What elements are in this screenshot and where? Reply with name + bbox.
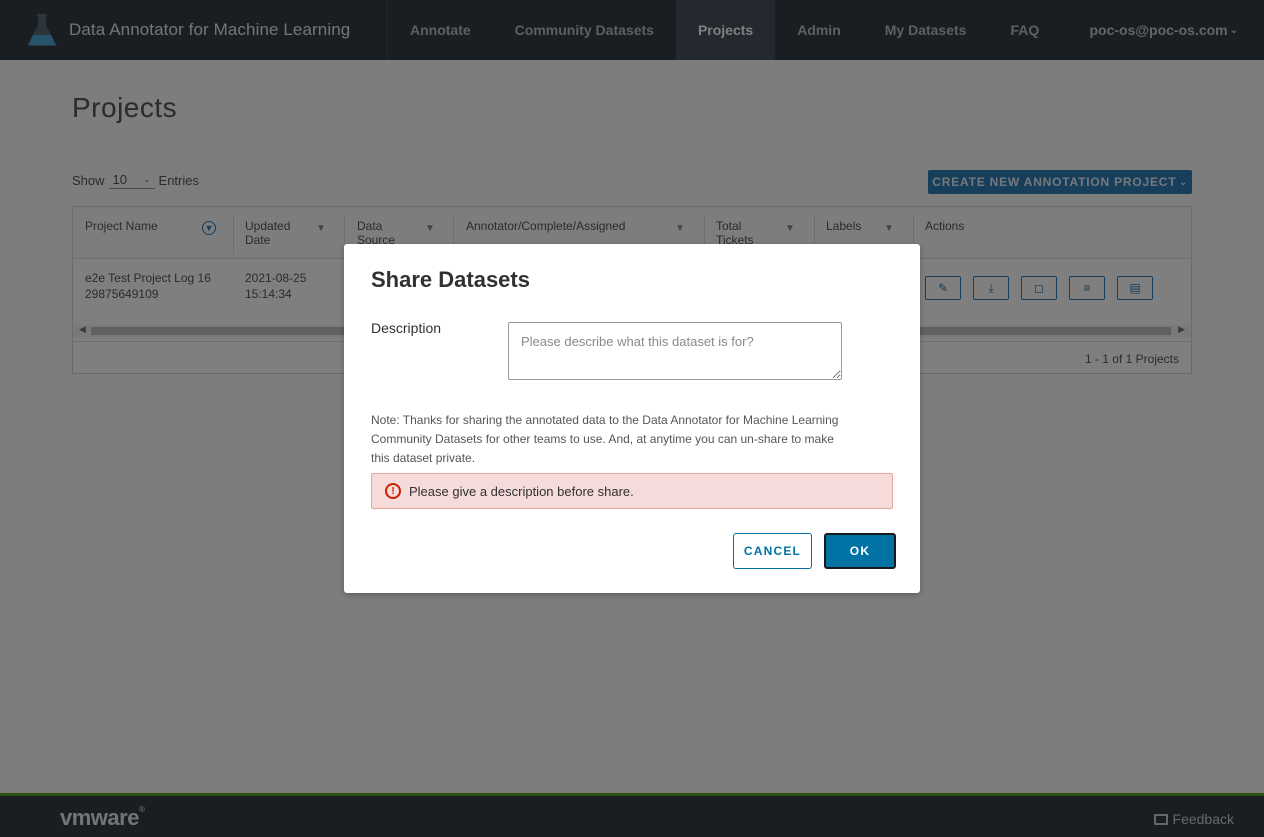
share-note: Note: Thanks for sharing the annotated d…: [371, 413, 839, 465]
exclamation-circle-icon: !: [385, 483, 401, 499]
modal-title: Share Datasets: [371, 267, 530, 292]
description-field[interactable]: [508, 322, 842, 380]
ok-button[interactable]: OK: [824, 533, 896, 569]
description-label: Description: [371, 320, 442, 336]
error-alert: ! Please give a description before share…: [371, 473, 893, 509]
cancel-button[interactable]: CANCEL: [733, 533, 812, 569]
error-message: Please give a description before share.: [409, 483, 634, 499]
share-datasets-modal: Share Datasets Description Note: Thanks …: [344, 244, 920, 593]
